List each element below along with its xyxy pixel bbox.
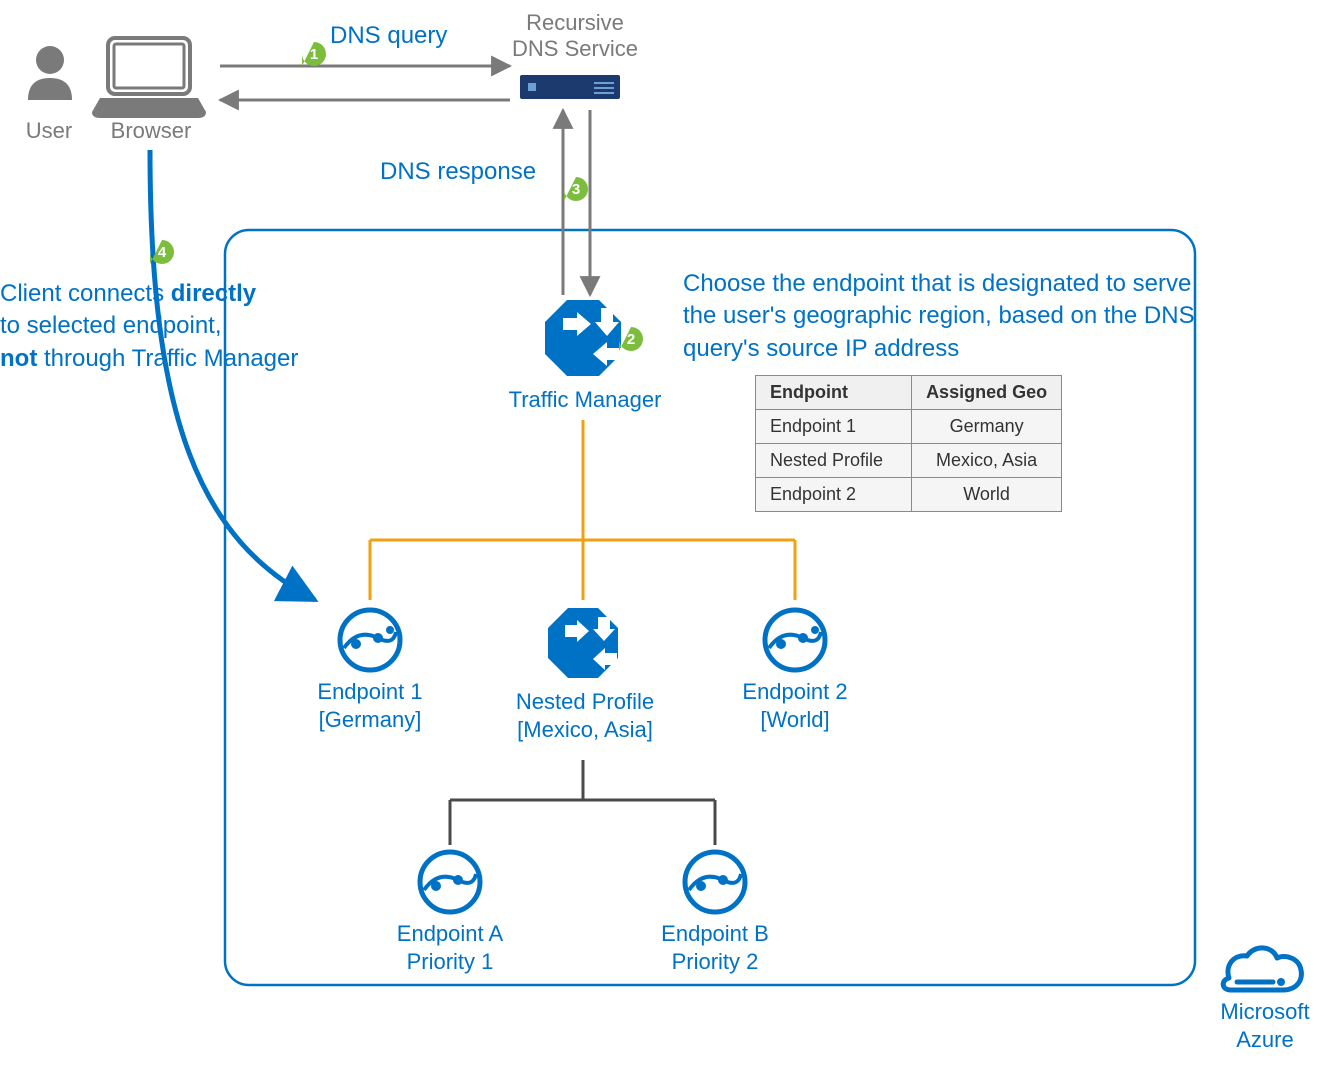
svg-text:2: 2: [627, 331, 635, 348]
dns-server-icon: [520, 75, 620, 99]
endpoint1-icon: [340, 610, 400, 670]
endpointB-label: Endpoint BPriority 2: [655, 920, 775, 975]
endpointA-label: Endpoint APriority 1: [390, 920, 510, 975]
azure-cloud-icon: [1223, 948, 1301, 990]
endpointB-icon: [685, 852, 745, 912]
step-badge-2: 2: [617, 325, 645, 353]
nested-connectors: [450, 760, 715, 845]
step-badge-1: 1: [300, 40, 328, 68]
table-header-endpoint: Endpoint: [756, 376, 912, 410]
svg-text:4: 4: [158, 244, 167, 261]
step-badge-4: 4: [148, 238, 176, 266]
table-header-geo: Assigned Geo: [912, 376, 1062, 410]
table-row: Nested Profile Mexico, Asia: [756, 444, 1062, 478]
choose-endpoint-text: Choose the endpoint that is designated t…: [683, 268, 1213, 365]
dns-service-label: RecursiveDNS Service: [510, 10, 640, 62]
traffic-manager-icon: [545, 300, 621, 376]
traffic-manager-label: Traffic Manager: [500, 386, 670, 414]
svg-text:3: 3: [572, 181, 580, 198]
nested-profile-label: Nested Profile[Mexico, Asia]: [500, 688, 670, 743]
user-icon: [28, 46, 72, 100]
tm-connectors: [370, 420, 795, 600]
laptop-icon: [92, 38, 206, 118]
endpoint2-label: Endpoint 2[World]: [735, 678, 855, 733]
browser-label: Browser: [104, 118, 198, 144]
nested-profile-icon: [548, 608, 618, 678]
dns-response-label: DNS response: [380, 158, 536, 186]
endpoint1-label: Endpoint 1[Germany]: [310, 678, 430, 733]
diagram-canvas: [0, 0, 1324, 1081]
step-badge-3: 3: [562, 175, 590, 203]
table-row: Endpoint 2 World: [756, 478, 1062, 512]
user-label: User: [22, 118, 76, 144]
svg-text:1: 1: [310, 46, 318, 63]
client-connects-text: Client connects directly to selected end…: [0, 278, 320, 375]
geo-assignment-table: Endpoint Assigned Geo Endpoint 1 Germany…: [755, 375, 1062, 512]
dns-query-label: DNS query: [330, 22, 447, 50]
endpointA-icon: [420, 852, 480, 912]
endpoint2-icon: [765, 610, 825, 670]
table-row: Endpoint 1 Germany: [756, 410, 1062, 444]
azure-label: MicrosoftAzure: [1210, 998, 1320, 1053]
